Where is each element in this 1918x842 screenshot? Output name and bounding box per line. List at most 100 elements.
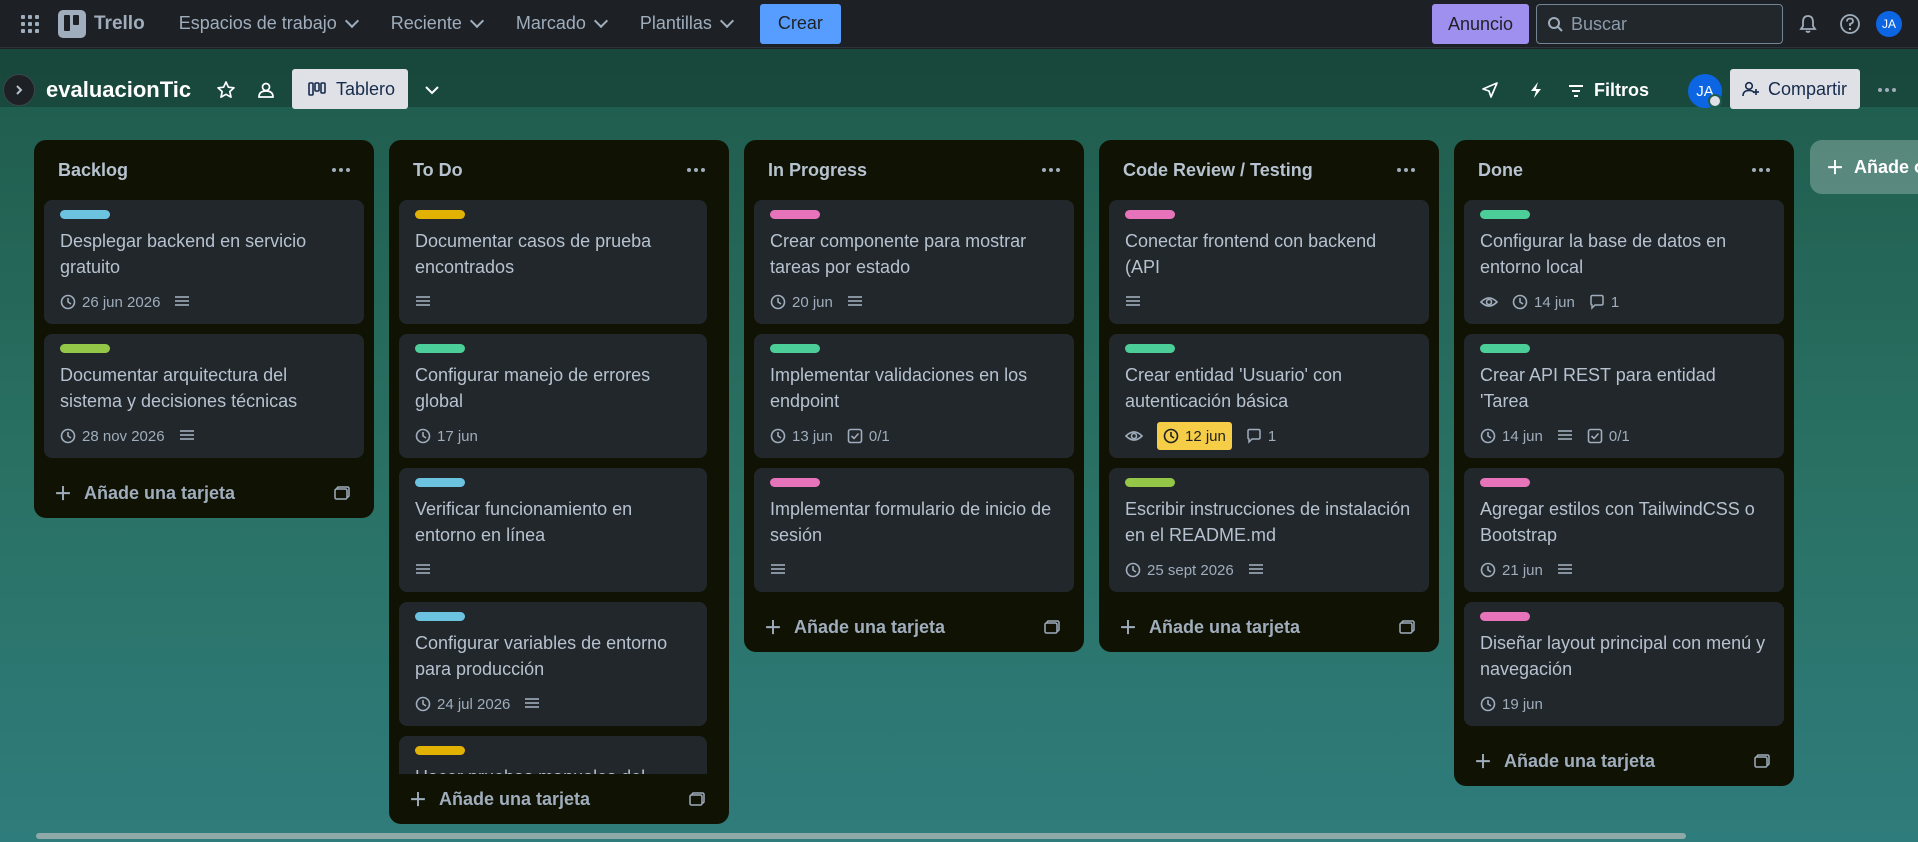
card[interactable]: Documentar casos de prueba encontrados (399, 200, 707, 324)
filters-button[interactable]: Filtros (1568, 80, 1649, 101)
board-horizontal-scrollbar[interactable] (36, 833, 1686, 839)
add-card-button[interactable]: ＋ Añade una tarjeta (744, 602, 1084, 652)
card-label[interactable] (415, 746, 465, 755)
add-card-button[interactable]: ＋ Añade una tarjeta (34, 468, 374, 518)
card[interactable]: Configurar la base de datos en entorno l… (1464, 200, 1784, 324)
create-from-template-icon[interactable] (689, 792, 705, 806)
list-menu-icon[interactable] (1397, 168, 1415, 172)
star-icon[interactable] (212, 76, 240, 104)
due-date-badge-warning[interactable]: 12 jun (1157, 422, 1232, 450)
card-label[interactable] (1480, 210, 1530, 219)
list-menu-icon[interactable] (687, 168, 705, 172)
search-input[interactable] (1571, 13, 1771, 35)
due-date-badge[interactable]: 14 jun (1512, 294, 1575, 311)
card-label[interactable] (60, 210, 110, 219)
card[interactable]: Verificar funcionamiento en entorno en l… (399, 468, 707, 592)
card[interactable]: Configurar manejo de errores global 17 j… (399, 334, 707, 458)
card-title: Documentar arquitectura del sistema y de… (60, 365, 298, 411)
nav-workspaces[interactable]: Espacios de trabajo (165, 8, 371, 40)
list-title[interactable]: Done (1478, 160, 1523, 181)
card[interactable]: Conectar frontend con backend (API (1109, 200, 1429, 324)
nav-starred[interactable]: Marcado (502, 8, 620, 40)
clock-icon (1480, 562, 1496, 578)
list-title[interactable]: Code Review / Testing (1123, 160, 1313, 181)
user-avatar[interactable]: JA (1876, 11, 1902, 37)
card[interactable]: Implementar formulario de inicio de sesi… (754, 468, 1074, 592)
share-button[interactable]: Compartir (1730, 69, 1860, 109)
card[interactable]: Desplegar backend en servicio gratuito 2… (44, 200, 364, 324)
card-label[interactable] (415, 478, 465, 487)
create-from-template-icon[interactable] (334, 486, 350, 500)
chevron-down-icon[interactable] (418, 76, 446, 104)
automation-bolt-icon[interactable] (1522, 76, 1550, 104)
add-card-button[interactable]: ＋ Añade una tarjeta (1099, 602, 1439, 652)
card[interactable]: Escribir instrucciones de instalación en… (1109, 468, 1429, 592)
visibility-workspace-icon[interactable] (252, 76, 280, 104)
card-label[interactable] (1125, 210, 1175, 219)
due-date-text: 19 jun (1502, 695, 1543, 713)
sidebar-toggle-button[interactable] (3, 74, 35, 106)
card[interactable]: Crear componente para mostrar tareas por… (754, 200, 1074, 324)
create-from-template-icon[interactable] (1399, 620, 1415, 634)
card[interactable]: Crear API REST para entidad 'Tarea 14 ju… (1464, 334, 1784, 458)
due-date-badge[interactable]: 24 jul 2026 (415, 696, 510, 713)
due-date-text: 14 jun (1534, 293, 1575, 311)
due-date-badge[interactable]: 14 jun (1480, 428, 1543, 445)
board-menu-more-icon[interactable] (1872, 78, 1902, 102)
announcement-button[interactable]: Anuncio (1432, 4, 1530, 44)
card-label[interactable] (415, 210, 465, 219)
card[interactable]: Crear entidad 'Usuario' con autenticació… (1109, 334, 1429, 458)
board-title[interactable]: evaluacionTic (46, 77, 191, 103)
list-menu-icon[interactable] (1042, 168, 1060, 172)
nav-templates[interactable]: Plantillas (626, 8, 746, 40)
due-date-badge[interactable]: 19 jun (1480, 696, 1543, 713)
due-date-badge[interactable]: 20 jun (770, 294, 833, 311)
card[interactable]: Implementar validaciones en los endpoint… (754, 334, 1074, 458)
card-label[interactable] (1480, 478, 1530, 487)
card-container: Conectar frontend con backend (API Crear… (1099, 200, 1439, 592)
card-label[interactable] (1480, 612, 1530, 621)
help-icon[interactable] (1836, 10, 1864, 38)
clock-icon (1480, 428, 1496, 444)
app-switcher-icon[interactable] (10, 4, 50, 44)
due-date-badge[interactable]: 28 nov 2026 (60, 428, 165, 445)
card-label[interactable] (415, 612, 465, 621)
create-from-template-icon[interactable] (1754, 754, 1770, 768)
due-date-text: 24 jul 2026 (437, 695, 511, 713)
card-label[interactable] (1125, 344, 1175, 353)
create-button[interactable]: Crear (759, 3, 841, 44)
card[interactable]: Configurar variables de entorno para pro… (399, 602, 707, 726)
due-date-badge[interactable]: 13 jun (770, 428, 833, 445)
due-date-badge[interactable]: 21 jun (1480, 562, 1543, 579)
card-label[interactable] (770, 478, 820, 487)
card[interactable]: Agregar estilos con TailwindCSS o Bootst… (1464, 468, 1784, 592)
due-date-badge[interactable]: 26 jun 2026 (60, 294, 160, 311)
add-card-button[interactable]: ＋ Añade una tarjeta (1454, 736, 1794, 786)
card-label[interactable] (415, 344, 465, 353)
description-icon (174, 295, 190, 309)
card[interactable]: Documentar arquitectura del sistema y de… (44, 334, 364, 458)
card-label[interactable] (1480, 344, 1530, 353)
plus-icon: ＋ (1119, 618, 1137, 638)
card[interactable]: Hacer pruebas manuales del (399, 736, 707, 774)
due-date-badge[interactable]: 25 sept 2026 (1125, 562, 1234, 579)
list-title[interactable]: In Progress (768, 160, 867, 181)
create-from-template-icon[interactable] (1044, 620, 1060, 634)
add-list-button[interactable]: ＋ Añade otra lista (1810, 140, 1918, 194)
list-title[interactable]: Backlog (58, 160, 128, 181)
board-view-button[interactable]: Tablero (292, 69, 408, 109)
card-label[interactable] (770, 210, 820, 219)
list-menu-icon[interactable] (332, 168, 350, 172)
add-card-button[interactable]: ＋ Añade una tarjeta (389, 774, 729, 824)
trello-logo[interactable]: Trello (58, 9, 145, 38)
power-ups-rocket-icon[interactable] (1476, 76, 1504, 104)
notifications-bell-icon[interactable] (1794, 10, 1822, 38)
nav-recent[interactable]: Reciente (377, 8, 496, 40)
list-title[interactable]: To Do (413, 160, 463, 181)
card-label[interactable] (1125, 478, 1175, 487)
card[interactable]: Diseñar layout principal con menú y nave… (1464, 602, 1784, 726)
due-date-badge[interactable]: 17 jun (415, 428, 478, 445)
card-label[interactable] (60, 344, 110, 353)
card-label[interactable] (770, 344, 820, 353)
list-menu-icon[interactable] (1752, 168, 1770, 172)
